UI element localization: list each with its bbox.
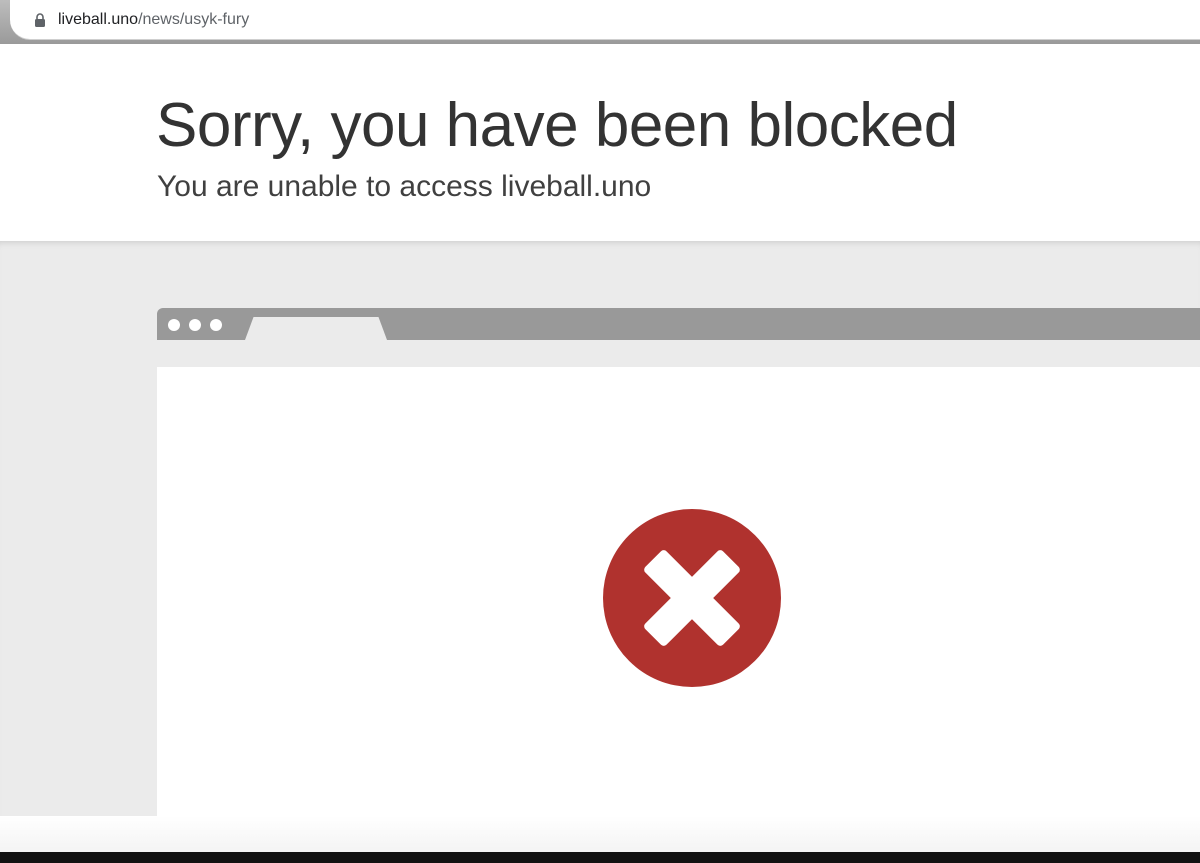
window-dot-icon bbox=[168, 319, 180, 331]
page-subtitle: You are unable to access liveball.uno bbox=[157, 170, 652, 203]
window-dot-icon bbox=[210, 319, 222, 331]
illustration-content bbox=[157, 367, 1200, 816]
url-domain: liveball.uno bbox=[58, 11, 139, 28]
illustration-tabbar bbox=[157, 308, 1200, 340]
browser-illustration bbox=[157, 308, 1200, 816]
window-dot-icon bbox=[189, 319, 201, 331]
bottom-edge bbox=[0, 852, 1200, 863]
illustration-area bbox=[0, 241, 1200, 816]
url-text: liveball.uno/news/usyk-fury bbox=[58, 11, 249, 29]
lock-icon bbox=[35, 13, 45, 27]
address-bar[interactable]: liveball.uno/news/usyk-fury bbox=[10, 0, 1200, 40]
browser-toolbar: liveball.uno/news/usyk-fury bbox=[0, 0, 1200, 44]
blocked-x-icon bbox=[603, 509, 781, 687]
illustration-toolbar bbox=[157, 340, 1200, 366]
page-title: Sorry, you have been blocked bbox=[156, 91, 958, 160]
header-section: Sorry, you have been blocked You are una… bbox=[0, 44, 1200, 241]
url-path: /news/usyk-fury bbox=[138, 11, 250, 28]
footer-area bbox=[0, 816, 1200, 852]
illustration-tab bbox=[245, 317, 387, 340]
blocked-page: liveball.uno/news/usyk-fury Sorry, you h… bbox=[0, 0, 1200, 863]
